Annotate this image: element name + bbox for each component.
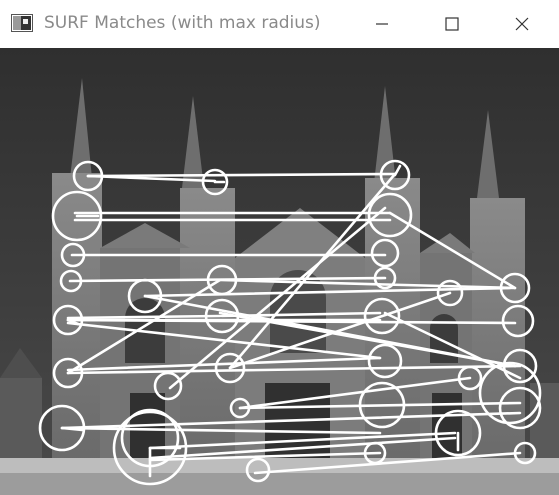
window-title: SURF Matches (with max radius) <box>44 13 321 33</box>
surf-match-image <box>0 48 559 495</box>
maximize-button[interactable] <box>425 0 479 48</box>
minimize-icon <box>376 23 388 25</box>
opencv-window-icon <box>11 14 33 32</box>
minimize-button[interactable] <box>355 0 409 48</box>
image-canvas <box>0 48 559 495</box>
close-icon <box>515 17 529 31</box>
close-button[interactable] <box>495 0 549 48</box>
title-bar[interactable]: SURF Matches (with max radius) <box>0 0 559 49</box>
maximize-icon <box>445 17 459 31</box>
app-window: SURF Matches (with max radius) <box>0 0 559 495</box>
